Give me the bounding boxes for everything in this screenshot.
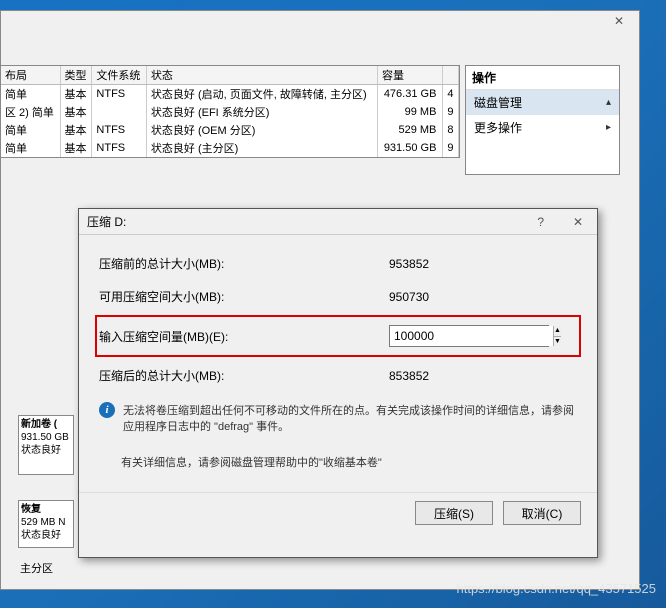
info-text-1: 无法将卷压缩到超出任何不可移动的文件所在的点。有关完成该操作时间的详细信息，请参… (123, 402, 577, 434)
col-x (443, 66, 459, 85)
table-row[interactable]: 区 2) 简单基本状态良好 (EFI 系统分区)99 MB9 (1, 103, 459, 121)
table-row[interactable]: 简单基本NTFS状态良好 (主分区)931.50 GB9 (1, 139, 459, 157)
label-shrink-amount: 输入压缩空间量(MB)(E): (99, 328, 389, 345)
info-text-2: 有关详细信息，请参阅磁盘管理帮助中的"收缩基本卷" (121, 454, 382, 470)
window-close-button[interactable]: ✕ (599, 11, 639, 31)
label-available-shrink: 可用压缩空间大小(MB): (99, 288, 389, 305)
actions-pane: 操作 磁盘管理▴更多操作▸ (465, 65, 620, 175)
dialog-title: 压缩 D: (87, 213, 126, 230)
actions-item[interactable]: 磁盘管理▴ (466, 90, 619, 115)
legend-primary-partition: 主分区 (20, 560, 53, 576)
actions-title: 操作 (466, 66, 619, 90)
disk-tile-label: 新加卷 ( (21, 418, 71, 431)
shrink-dialog: 压缩 D: ? ✕ 压缩前的总计大小(MB): 953852 可用压缩空间大小(… (78, 208, 598, 558)
cancel-button[interactable]: 取消(C) (503, 501, 581, 525)
disk-tile-size: 931.50 GB (21, 431, 71, 444)
label-total-before: 压缩前的总计大小(MB): (99, 255, 389, 272)
dialog-help-button[interactable]: ? (524, 211, 558, 233)
shrink-amount-stepper[interactable]: ▲ ▼ (553, 326, 561, 346)
label-total-after: 压缩后的总计大小(MB): (99, 367, 389, 384)
col-fs[interactable]: 文件系统 (92, 66, 147, 85)
info-icon: i (99, 402, 115, 418)
volume-table: 布局 类型 文件系统 状态 容量 简单基本NTFS状态良好 (启动, 页面文件,… (0, 65, 460, 158)
dialog-close-button[interactable]: ✕ (561, 211, 595, 233)
shrink-button[interactable]: 压缩(S) (415, 501, 493, 525)
disk-tile-status: 状态良好 (21, 529, 71, 542)
col-status[interactable]: 状态 (146, 66, 377, 85)
disk-tile-new-volume[interactable]: 新加卷 ( 931.50 GB 状态良好 (18, 415, 74, 475)
shrink-amount-input[interactable] (390, 326, 553, 346)
col-layout[interactable]: 布局 (1, 66, 60, 85)
col-type[interactable]: 类型 (60, 66, 92, 85)
col-size[interactable]: 容量 (378, 66, 443, 85)
disk-tile-size: 529 MB N (21, 516, 71, 529)
table-row[interactable]: 简单基本NTFS状态良好 (启动, 页面文件, 故障转储, 主分区)476.31… (1, 85, 459, 104)
value-total-after: 853852 (389, 369, 549, 383)
disk-tile-recovery[interactable]: 恢复 529 MB N 状态良好 (18, 500, 74, 548)
value-total-before: 953852 (389, 257, 549, 271)
table-row[interactable]: 简单基本NTFS状态良好 (OEM 分区)529 MB8 (1, 121, 459, 139)
disk-tile-label: 恢复 (21, 503, 71, 516)
spin-up-icon[interactable]: ▲ (554, 326, 561, 337)
spin-down-icon[interactable]: ▼ (554, 337, 561, 347)
value-available-shrink: 950730 (389, 290, 549, 304)
disk-tile-status: 状态良好 (21, 444, 71, 457)
watermark: https://blog.csdn.net/qq_43571525 (457, 581, 657, 596)
actions-item[interactable]: 更多操作▸ (466, 115, 619, 140)
